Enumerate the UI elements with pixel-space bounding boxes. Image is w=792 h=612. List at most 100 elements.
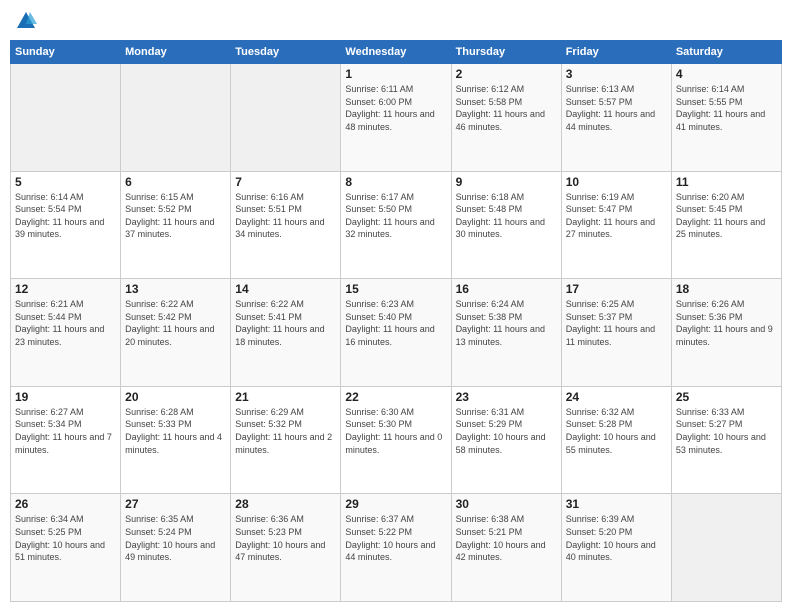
day-cell: 29 Sunrise: 6:37 AMSunset: 5:22 PMDayligh…: [341, 494, 451, 602]
day-cell: 9 Sunrise: 6:18 AMSunset: 5:48 PMDaylight…: [451, 171, 561, 279]
logo-icon: [15, 10, 37, 32]
day-cell: 23 Sunrise: 6:31 AMSunset: 5:29 PMDayligh…: [451, 386, 561, 494]
day-info: Sunrise: 6:14 AMSunset: 5:55 PMDaylight:…: [676, 83, 777, 133]
day-cell: 8 Sunrise: 6:17 AMSunset: 5:50 PMDaylight…: [341, 171, 451, 279]
day-info: Sunrise: 6:28 AMSunset: 5:33 PMDaylight:…: [125, 406, 226, 456]
day-number: 20: [125, 390, 226, 404]
day-number: 27: [125, 497, 226, 511]
day-number: 23: [456, 390, 557, 404]
day-info: Sunrise: 6:39 AMSunset: 5:20 PMDaylight:…: [566, 513, 667, 563]
week-row-0: 1 Sunrise: 6:11 AMSunset: 6:00 PMDaylight…: [11, 64, 782, 172]
day-number: 9: [456, 175, 557, 189]
day-info: Sunrise: 6:38 AMSunset: 5:21 PMDaylight:…: [456, 513, 557, 563]
day-number: 12: [15, 282, 116, 296]
day-info: Sunrise: 6:36 AMSunset: 5:23 PMDaylight:…: [235, 513, 336, 563]
day-number: 19: [15, 390, 116, 404]
day-cell: 4Sunrise: 6:14 AMSunset: 5:55 PMDaylight…: [671, 64, 781, 172]
day-cell: [11, 64, 121, 172]
day-number: 24: [566, 390, 667, 404]
day-info: Sunrise: 6:30 AMSunset: 5:30 PMDaylight:…: [345, 406, 446, 456]
day-info: Sunrise: 6:11 AMSunset: 6:00 PMDaylight:…: [345, 83, 446, 133]
day-cell: 24 Sunrise: 6:32 AMSunset: 5:28 PMDayligh…: [561, 386, 671, 494]
col-header-tuesday: Tuesday: [231, 41, 341, 64]
day-number: 2: [456, 67, 557, 81]
day-info: Sunrise: 6:22 AMSunset: 5:42 PMDaylight:…: [125, 298, 226, 348]
day-info: Sunrise: 6:37 AMSunset: 5:22 PMDaylight:…: [345, 513, 446, 563]
day-cell: 28Sunrise: 6:36 AMSunset: 5:23 PMDayligh…: [231, 494, 341, 602]
week-row-3: 19 Sunrise: 6:27 AMSunset: 5:34 PMDayligh…: [11, 386, 782, 494]
day-number: 18: [676, 282, 777, 296]
day-cell: 1 Sunrise: 6:11 AMSunset: 6:00 PMDaylight…: [341, 64, 451, 172]
day-cell: 26 Sunrise: 6:34 AMSunset: 5:25 PMDayligh…: [11, 494, 121, 602]
day-info: Sunrise: 6:20 AMSunset: 5:45 PMDaylight:…: [676, 191, 777, 241]
header: [10, 10, 782, 32]
page: SundayMondayTuesdayWednesdayThursdayFrid…: [0, 0, 792, 612]
day-cell: 18 Sunrise: 6:26 AMSunset: 5:36 PMDayligh…: [671, 279, 781, 387]
day-number: 3: [566, 67, 667, 81]
day-cell: 10Sunrise: 6:19 AMSunset: 5:47 PMDayligh…: [561, 171, 671, 279]
day-cell: [231, 64, 341, 172]
day-info: Sunrise: 6:34 AMSunset: 5:25 PMDaylight:…: [15, 513, 116, 563]
day-info: Sunrise: 6:13 AMSunset: 5:57 PMDaylight:…: [566, 83, 667, 133]
day-cell: [671, 494, 781, 602]
day-info: Sunrise: 6:35 AMSunset: 5:24 PMDaylight:…: [125, 513, 226, 563]
day-number: 5: [15, 175, 116, 189]
day-info: Sunrise: 6:16 AMSunset: 5:51 PMDaylight:…: [235, 191, 336, 241]
day-cell: 12Sunrise: 6:21 AMSunset: 5:44 PMDayligh…: [11, 279, 121, 387]
day-info: Sunrise: 6:12 AMSunset: 5:58 PMDaylight:…: [456, 83, 557, 133]
day-number: 21: [235, 390, 336, 404]
day-number: 26: [15, 497, 116, 511]
week-row-4: 26 Sunrise: 6:34 AMSunset: 5:25 PMDayligh…: [11, 494, 782, 602]
day-info: Sunrise: 6:22 AMSunset: 5:41 PMDaylight:…: [235, 298, 336, 348]
day-cell: 2 Sunrise: 6:12 AMSunset: 5:58 PMDaylight…: [451, 64, 561, 172]
day-cell: 3 Sunrise: 6:13 AMSunset: 5:57 PMDaylight…: [561, 64, 671, 172]
day-info: Sunrise: 6:29 AMSunset: 5:32 PMDaylight:…: [235, 406, 336, 456]
day-cell: 20 Sunrise: 6:28 AMSunset: 5:33 PMDayligh…: [121, 386, 231, 494]
day-number: 6: [125, 175, 226, 189]
day-cell: 22Sunrise: 6:30 AMSunset: 5:30 PMDayligh…: [341, 386, 451, 494]
day-cell: 21 Sunrise: 6:29 AMSunset: 5:32 PMDayligh…: [231, 386, 341, 494]
day-info: Sunrise: 6:23 AMSunset: 5:40 PMDaylight:…: [345, 298, 446, 348]
day-cell: 13 Sunrise: 6:22 AMSunset: 5:42 PMDayligh…: [121, 279, 231, 387]
col-header-thursday: Thursday: [451, 41, 561, 64]
day-cell: 30 Sunrise: 6:38 AMSunset: 5:21 PMDayligh…: [451, 494, 561, 602]
col-header-saturday: Saturday: [671, 41, 781, 64]
day-number: 17: [566, 282, 667, 296]
day-cell: 5 Sunrise: 6:14 AMSunset: 5:54 PMDaylight…: [11, 171, 121, 279]
week-row-2: 12Sunrise: 6:21 AMSunset: 5:44 PMDayligh…: [11, 279, 782, 387]
day-cell: 14Sunrise: 6:22 AMSunset: 5:41 PMDayligh…: [231, 279, 341, 387]
day-number: 16: [456, 282, 557, 296]
day-cell: 11 Sunrise: 6:20 AMSunset: 5:45 PMDayligh…: [671, 171, 781, 279]
day-number: 30: [456, 497, 557, 511]
day-number: 13: [125, 282, 226, 296]
day-info: Sunrise: 6:25 AMSunset: 5:37 PMDaylight:…: [566, 298, 667, 348]
day-number: 7: [235, 175, 336, 189]
day-cell: 6Sunrise: 6:15 AMSunset: 5:52 PMDaylight…: [121, 171, 231, 279]
col-header-friday: Friday: [561, 41, 671, 64]
day-info: Sunrise: 6:18 AMSunset: 5:48 PMDaylight:…: [456, 191, 557, 241]
day-number: 11: [676, 175, 777, 189]
day-info: Sunrise: 6:31 AMSunset: 5:29 PMDaylight:…: [456, 406, 557, 456]
day-number: 10: [566, 175, 667, 189]
day-info: Sunrise: 6:33 AMSunset: 5:27 PMDaylight:…: [676, 406, 777, 456]
day-info: Sunrise: 6:17 AMSunset: 5:50 PMDaylight:…: [345, 191, 446, 241]
day-number: 1: [345, 67, 446, 81]
calendar-table: SundayMondayTuesdayWednesdayThursdayFrid…: [10, 40, 782, 602]
day-cell: [121, 64, 231, 172]
day-cell: 16Sunrise: 6:24 AMSunset: 5:38 PMDayligh…: [451, 279, 561, 387]
day-number: 25: [676, 390, 777, 404]
day-number: 15: [345, 282, 446, 296]
day-number: 29: [345, 497, 446, 511]
day-cell: 19 Sunrise: 6:27 AMSunset: 5:34 PMDayligh…: [11, 386, 121, 494]
col-header-sunday: Sunday: [11, 41, 121, 64]
day-info: Sunrise: 6:26 AMSunset: 5:36 PMDaylight:…: [676, 298, 777, 348]
day-info: Sunrise: 6:27 AMSunset: 5:34 PMDaylight:…: [15, 406, 116, 456]
calendar-header-row: SundayMondayTuesdayWednesdayThursdayFrid…: [11, 41, 782, 64]
day-info: Sunrise: 6:14 AMSunset: 5:54 PMDaylight:…: [15, 191, 116, 241]
day-info: Sunrise: 6:32 AMSunset: 5:28 PMDaylight:…: [566, 406, 667, 456]
col-header-monday: Monday: [121, 41, 231, 64]
day-number: 8: [345, 175, 446, 189]
day-cell: 15 Sunrise: 6:23 AMSunset: 5:40 PMDayligh…: [341, 279, 451, 387]
day-cell: 27 Sunrise: 6:35 AMSunset: 5:24 PMDayligh…: [121, 494, 231, 602]
col-header-wednesday: Wednesday: [341, 41, 451, 64]
